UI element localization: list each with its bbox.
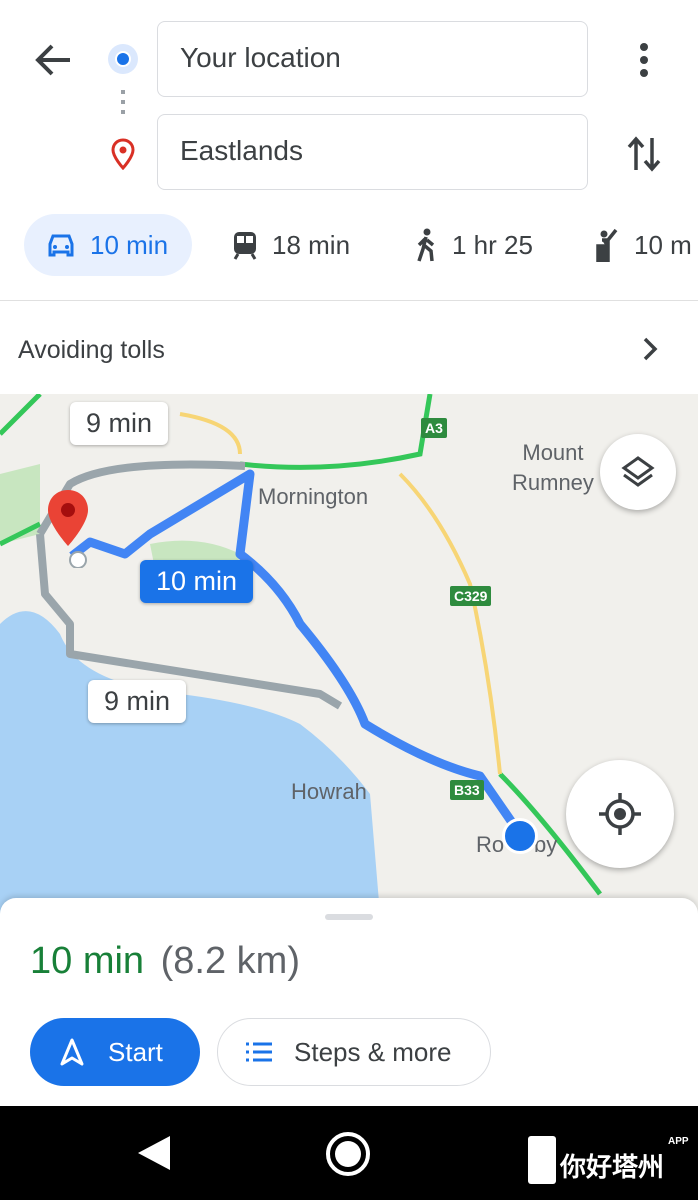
- mode-ride-hail[interactable]: 10 m: [594, 214, 692, 276]
- route-options-row[interactable]: Avoiding tolls: [0, 302, 698, 394]
- route-time: 10 min: [30, 940, 145, 982]
- start-label: Start: [108, 1036, 163, 1067]
- back-button[interactable]: [34, 42, 74, 83]
- current-location-car-icon: [502, 818, 538, 854]
- route-summary: 10 min (8.2 km): [30, 940, 300, 983]
- layers-icon: [621, 456, 655, 487]
- steps-label: Steps & more: [294, 1036, 452, 1067]
- my-location-button[interactable]: [566, 760, 674, 868]
- layers-button[interactable]: [600, 434, 676, 510]
- place-label: Mornington: [258, 484, 369, 509]
- origin-input[interactable]: Your location: [157, 21, 588, 97]
- start-button[interactable]: Start: [30, 1018, 200, 1086]
- destination-marker-icon: [48, 490, 88, 568]
- mode-walking[interactable]: 1 hr 25: [414, 214, 533, 276]
- selected-route-time[interactable]: 10 min: [140, 560, 254, 603]
- origin-dot-icon: [108, 44, 138, 74]
- ride-hail-icon: [596, 228, 618, 262]
- navigation-arrow-icon: [60, 1038, 84, 1066]
- list-icon: [246, 1042, 272, 1062]
- road-shield: C329: [450, 586, 492, 606]
- mode-label: 10 m: [634, 229, 692, 260]
- system-nav-bar: 你好塔州 APP: [0, 1106, 698, 1200]
- walk-icon: [417, 228, 435, 262]
- mode-transit[interactable]: 18 min: [232, 214, 350, 276]
- road-shield: B33: [450, 780, 484, 800]
- drag-handle[interactable]: [325, 914, 373, 920]
- crosshair-icon: [599, 793, 641, 835]
- chevron-right-icon: [643, 337, 658, 361]
- alt-route-time[interactable]: 9 min: [88, 680, 187, 723]
- alt-route-time[interactable]: 9 min: [70, 402, 169, 445]
- car-icon: [48, 234, 74, 257]
- watermark-logo: 你好塔州 APP: [528, 1136, 689, 1184]
- home-nav-icon[interactable]: [326, 1132, 370, 1176]
- route-summary-sheet: 10 min (8.2 km) Start Steps & more: [0, 898, 698, 1108]
- mode-label: 10 min: [90, 229, 169, 260]
- route-options-label: Avoiding tolls: [18, 336, 165, 364]
- map[interactable]: 9 min 10 min 9 min Mornington Mount Rumn…: [0, 394, 698, 914]
- mode-label: 18 min: [272, 229, 351, 260]
- place-label: Howrah: [291, 779, 367, 804]
- train-icon: [233, 232, 257, 260]
- place-label: Mount Rumney: [512, 440, 594, 495]
- road-shield: A3: [421, 418, 447, 438]
- recents-nav-icon: [528, 1136, 556, 1184]
- steps-more-button[interactable]: Steps & more: [217, 1018, 491, 1086]
- swap-icon[interactable]: [626, 134, 662, 179]
- route-distance: (8.2 km): [160, 940, 300, 982]
- mode-label: 1 hr 25: [452, 229, 533, 260]
- back-nav-icon[interactable]: [136, 1134, 172, 1172]
- destination-pin-icon: [110, 138, 136, 175]
- mode-driving[interactable]: 10 min: [24, 214, 192, 276]
- destination-input[interactable]: Eastlands: [157, 114, 588, 190]
- route-dots-icon: [121, 90, 125, 120]
- more-options-icon[interactable]: [638, 42, 650, 83]
- place-label: Ro: [476, 832, 505, 857]
